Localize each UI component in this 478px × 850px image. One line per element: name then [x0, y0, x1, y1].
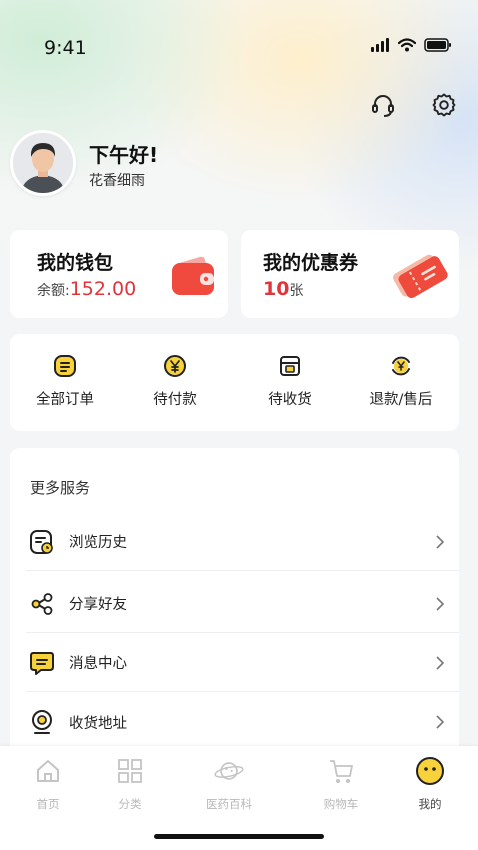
avatar[interactable] — [10, 130, 76, 196]
coupon-count-value: 10 — [263, 278, 290, 300]
tab-home-label: 首页 — [36, 797, 60, 811]
service-item-messages[interactable]: 消息中心 — [26, 634, 459, 692]
coupon-card[interactable]: 我的优惠券 10张 — [241, 230, 459, 318]
service-item-share[interactable]: 分享好友 — [26, 575, 459, 633]
wallet-card[interactable]: 我的钱包 余额:152.00 — [10, 230, 228, 318]
chevron-right-icon — [436, 534, 445, 549]
yuan-coin-icon — [164, 355, 186, 377]
wallet-balance: 余额:152.00 — [37, 278, 136, 300]
order-unpaid-button[interactable]: 待付款 — [120, 334, 230, 431]
user-portrait-icon — [13, 133, 73, 193]
home-indicator[interactable] — [154, 834, 324, 839]
service-label-share: 分享好友 — [69, 597, 127, 613]
grid-icon — [118, 759, 142, 783]
tab-mine-label: 我的 — [418, 797, 442, 811]
wallet-icon — [172, 256, 214, 295]
username: 花香细雨 — [89, 173, 145, 189]
tab-home[interactable]: 首页 — [8, 756, 88, 812]
profile-smile-icon — [416, 757, 444, 785]
status-icons — [370, 38, 452, 52]
coupon-ticket-icon — [393, 254, 448, 299]
tab-encyclopedia-label: 医药百科 — [206, 797, 252, 811]
service-label-address: 收货地址 — [69, 715, 127, 732]
service-label-messages: 消息中心 — [69, 656, 127, 672]
order-receiving-label: 待收货 — [268, 392, 312, 408]
refund-icon — [392, 356, 410, 376]
status-time: 9:41 — [44, 37, 87, 59]
coupon-count: 10张 — [263, 278, 303, 300]
home-icon — [37, 760, 59, 782]
planet-icon — [214, 762, 244, 780]
wifi-icon — [398, 38, 416, 52]
location-icon — [32, 710, 52, 734]
service-item-address[interactable]: 收货地址 — [26, 693, 459, 751]
balance-value: 152.00 — [69, 278, 137, 300]
order-refund-button[interactable]: 退款/售后 — [346, 334, 456, 431]
wallet-title: 我的钱包 — [37, 252, 114, 274]
order-refund-label: 退款/售后 — [369, 392, 433, 408]
balance-label: 余额: — [37, 283, 70, 299]
service-item-history[interactable]: 浏览历史 — [26, 513, 459, 571]
order-unpaid-label: 待付款 — [153, 392, 197, 408]
order-all-label: 全部订单 — [36, 392, 94, 408]
battery-icon — [424, 38, 451, 52]
tab-cart[interactable]: 购物车 — [301, 756, 381, 812]
chevron-right-icon — [436, 715, 445, 729]
tab-cart-label: 购物车 — [323, 797, 359, 811]
orders-panel: 全部订单 待付款 待收货 退款/售后 — [10, 334, 459, 431]
order-receiving-button[interactable]: 待收货 — [235, 334, 345, 431]
services-panel: 更多服务 浏览历史 分享好友 消息中心 收货地址 — [10, 448, 459, 758]
tab-mine[interactable]: 我的 — [390, 756, 470, 812]
cart-icon — [330, 760, 353, 783]
services-title: 更多服务 — [30, 479, 91, 497]
customer-service-button[interactable] — [369, 91, 397, 119]
chevron-right-icon — [436, 596, 445, 611]
share-icon — [31, 592, 53, 615]
coupon-title: 我的优惠券 — [263, 252, 359, 274]
message-icon — [30, 651, 54, 675]
greeting-text: 下午好! — [89, 143, 159, 167]
order-all-button[interactable]: 全部订单 — [10, 334, 120, 431]
package-box-icon — [280, 356, 300, 376]
tab-category-label: 分类 — [118, 797, 142, 811]
gear-icon — [432, 93, 456, 117]
chevron-right-icon — [436, 655, 445, 670]
tab-encyclopedia[interactable]: 医药百科 — [189, 756, 269, 812]
coupon-unit: 张 — [289, 283, 304, 299]
headset-icon — [372, 95, 394, 117]
tab-category[interactable]: 分类 — [90, 756, 170, 812]
history-icon — [30, 529, 53, 554]
order-list-icon — [54, 355, 76, 377]
settings-button[interactable] — [430, 91, 458, 119]
signal-icon — [371, 38, 389, 52]
service-label-history: 浏览历史 — [69, 535, 127, 551]
